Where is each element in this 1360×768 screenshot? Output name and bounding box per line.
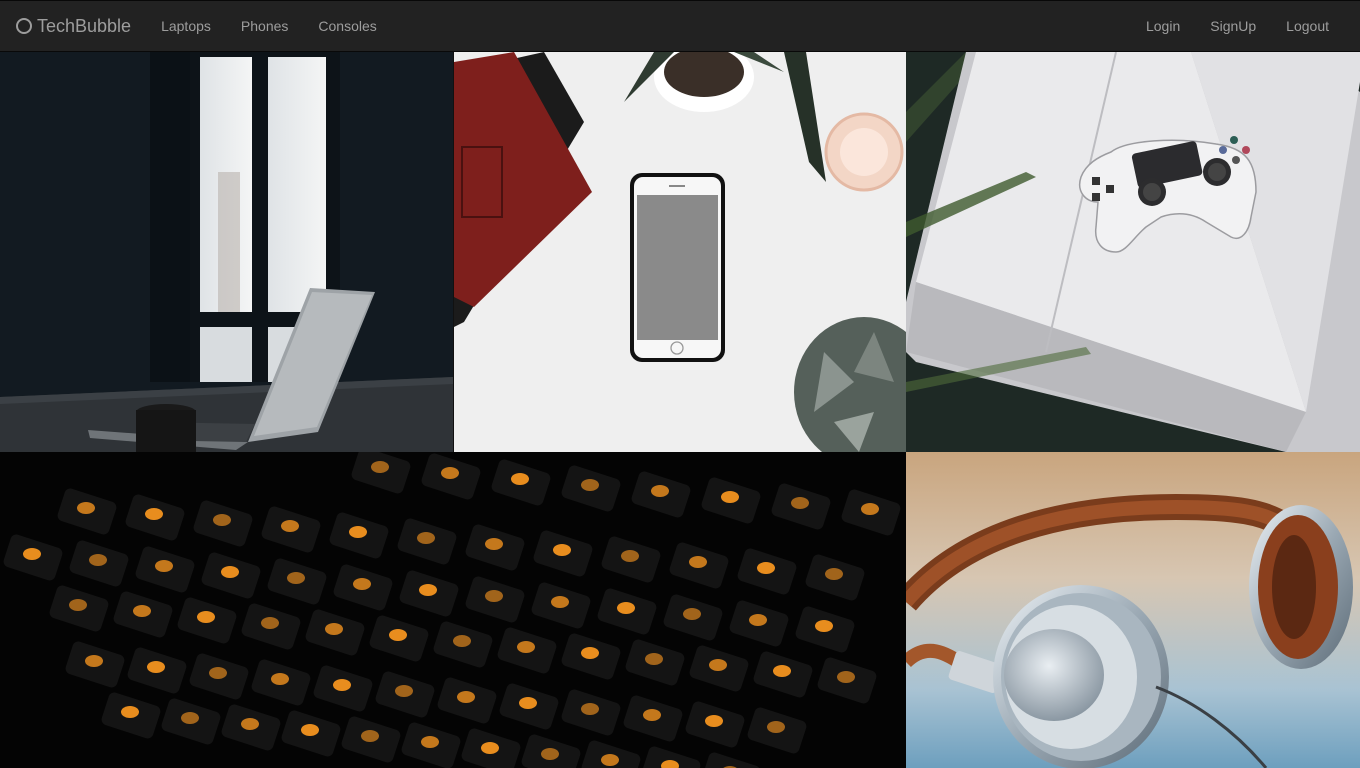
key-glow [441, 467, 459, 479]
primary-nav: Laptops Phones Consoles [146, 1, 392, 51]
signup-link[interactable]: SignUp [1195, 1, 1271, 51]
key-glow [581, 479, 599, 491]
key-glow [349, 526, 367, 538]
key-glow [601, 754, 619, 766]
key-glow [89, 554, 107, 566]
top-navbar: TechBubble Laptops Phones Consoles Login… [0, 0, 1360, 52]
key-glow [261, 617, 279, 629]
key-glow [861, 503, 879, 515]
key-glow [147, 661, 165, 673]
key-glow [301, 724, 319, 736]
logout-link[interactable]: Logout [1271, 1, 1344, 51]
key-glow [181, 712, 199, 724]
key-glow [485, 538, 503, 550]
key-glow [209, 667, 227, 679]
key-glow [581, 647, 599, 659]
key-glow [689, 556, 707, 568]
key-glow [481, 742, 499, 754]
account-nav: Login SignUp Logout [1131, 1, 1344, 51]
key-glow [457, 691, 475, 703]
key-glow [145, 508, 163, 520]
key-glow [541, 748, 559, 760]
key-glow [221, 566, 239, 578]
key-glow [419, 584, 437, 596]
key-glow [749, 614, 767, 626]
key-glow [683, 608, 701, 620]
phone-photo[interactable] [454, 52, 906, 452]
key-glow [825, 568, 843, 580]
key-glow [241, 718, 259, 730]
key-glow [155, 560, 173, 572]
key-glow [705, 715, 723, 727]
headphones-photo[interactable] [906, 452, 1360, 768]
key-glow [85, 655, 103, 667]
key-glow [361, 730, 379, 742]
keyboard-photo[interactable] [0, 452, 906, 768]
key-glow [453, 635, 471, 647]
key-glow [271, 673, 289, 685]
nav-consoles-link[interactable]: Consoles [303, 1, 391, 51]
key-glow [389, 629, 407, 641]
key-glow [651, 485, 669, 497]
key-glow [517, 641, 535, 653]
key-glow [815, 620, 833, 632]
brand-link[interactable]: TechBubble [16, 16, 131, 37]
key-glow [371, 461, 389, 473]
key-glow [767, 721, 785, 733]
key-glow [395, 685, 413, 697]
key-glow [519, 697, 537, 709]
key-glow [69, 599, 87, 611]
key-glow [643, 709, 661, 721]
key-glow [581, 703, 599, 715]
key-glow [621, 550, 639, 562]
key-glow [645, 653, 663, 665]
key-glow [421, 736, 439, 748]
key-glow [417, 532, 435, 544]
key-glow [197, 611, 215, 623]
nav-phones-link[interactable]: Phones [226, 1, 303, 51]
key-glow [551, 596, 569, 608]
key-glow [333, 679, 351, 691]
key-glow [353, 578, 371, 590]
nav-laptops-link[interactable]: Laptops [146, 1, 226, 51]
laptop-photo[interactable] [0, 52, 453, 452]
key-glow [281, 520, 299, 532]
key-glow [213, 514, 231, 526]
key-glow [287, 572, 305, 584]
key-glow [553, 544, 571, 556]
key-glow [121, 706, 139, 718]
key-glow [773, 665, 791, 677]
key-glow [837, 671, 855, 683]
login-link[interactable]: Login [1131, 1, 1195, 51]
key-glow [23, 548, 41, 560]
brand-name: TechBubble [37, 15, 132, 36]
key-glow [617, 602, 635, 614]
key-glow [133, 605, 151, 617]
key-glow [721, 491, 739, 503]
circle-logo-icon [16, 18, 32, 34]
key-glow [77, 502, 95, 514]
key-glow [511, 473, 529, 485]
key-glow [325, 623, 343, 635]
key-glow [791, 497, 809, 509]
key-glow [757, 562, 775, 574]
key-glow [709, 659, 727, 671]
game-console-photo[interactable] [906, 52, 1360, 452]
key-glow [485, 590, 503, 602]
